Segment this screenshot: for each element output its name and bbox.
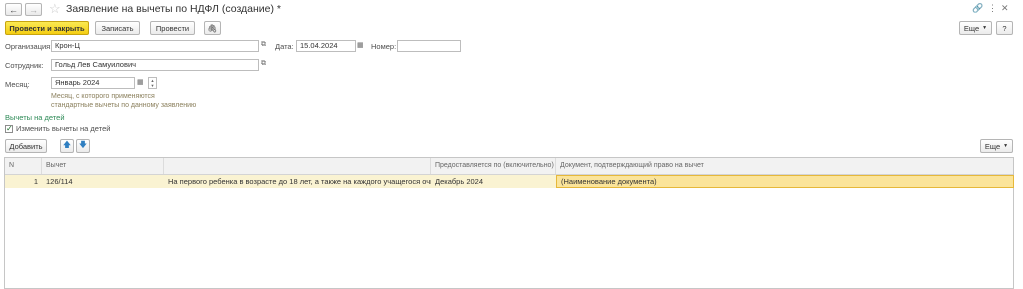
save-button[interactable]: Записать (95, 21, 140, 35)
table-more-button[interactable]: Еще ▼ (980, 139, 1013, 153)
paperclip-icon: 🖇 (207, 23, 218, 33)
more-actions-icon[interactable]: ⋮ (988, 3, 997, 14)
open-organization-icon[interactable]: ⧉ (261, 41, 266, 49)
table-row[interactable]: 1 126/114 На первого ребенка в возрасте … (5, 175, 1014, 188)
deductions-table[interactable]: N Вычет Предоставляется по (включительно… (4, 157, 1014, 289)
table-more-label: Еще (984, 141, 1001, 151)
month-calendar-icon[interactable]: ▦ (137, 78, 144, 86)
organization-label: Организация: (5, 42, 53, 51)
cell-deduction[interactable]: 126/114 (42, 175, 164, 188)
help-button[interactable]: ? (996, 21, 1013, 35)
employee-field[interactable]: Гольд Лев Самуилович (51, 59, 259, 71)
section-title: Вычеты на детей (5, 113, 65, 122)
arrow-down-icon: 🡇 (78, 140, 88, 149)
month-stepper[interactable]: ▲ ▼ (148, 77, 157, 89)
move-down-button[interactable]: 🡇 (76, 139, 90, 153)
column-header-deduction[interactable]: Вычет (42, 158, 164, 174)
window-title: Заявление на вычеты по НДФЛ (создание) * (66, 3, 281, 15)
table-header: N Вычет Предоставляется по (включительно… (5, 158, 1013, 175)
attach-button[interactable]: 🖇 (204, 21, 221, 35)
forward-button[interactable]: → (25, 3, 42, 16)
calendar-icon[interactable]: ▦ (357, 41, 364, 49)
cell-n: 1 (33, 177, 38, 186)
cell-until[interactable]: Декабрь 2024 (431, 175, 556, 188)
month-hint: Месяц, с которого применяются стандартны… (51, 92, 196, 110)
favorite-star-icon[interactable]: ☆ (49, 1, 61, 17)
chevron-down-icon: ▼ (982, 25, 988, 31)
arrow-left-icon: ← (9, 4, 18, 15)
number-field[interactable] (397, 40, 461, 52)
move-up-button[interactable]: 🡅 (60, 139, 74, 153)
column-header-document[interactable]: Документ, подтверждающий право на вычет (556, 158, 1015, 174)
column-header-description[interactable] (164, 158, 431, 174)
arrow-right-icon: → (29, 4, 38, 15)
column-header-n[interactable]: N (5, 158, 42, 174)
date-label: Дата: (275, 42, 294, 51)
post-button[interactable]: Провести (150, 21, 195, 35)
more-button[interactable]: Еще ▼ (959, 21, 992, 35)
change-deductions-checkbox[interactable]: ✓ (5, 125, 13, 133)
arrow-up-icon: 🡅 (62, 140, 72, 149)
chevron-down-icon: ▼ (1003, 143, 1009, 149)
month-field[interactable]: Январь 2024 (51, 77, 135, 89)
column-header-until[interactable]: Предоставляется по (включительно) (431, 158, 556, 174)
open-employee-icon[interactable]: ⧉ (261, 60, 266, 68)
month-hint-line1: Месяц, с которого применяются (51, 93, 155, 100)
add-button[interactable]: Добавить (5, 139, 47, 153)
month-label: Месяц: (5, 80, 30, 89)
employee-label: Сотрудник: (5, 61, 44, 70)
cell-document[interactable]: (Наименование документа) (556, 175, 1014, 188)
post-and-close-button[interactable]: Провести и закрыть (5, 21, 89, 35)
back-button[interactable]: ← (5, 3, 22, 16)
link-icon[interactable]: 🔗 (972, 3, 983, 14)
month-hint-line2: стандартные вычеты по данному заявлению (51, 102, 197, 109)
close-icon[interactable]: ✕ (1001, 3, 1009, 14)
date-field[interactable]: 15.04.2024 (296, 40, 356, 52)
more-button-label: Еще (963, 23, 980, 33)
cell-description: На первого ребенка в возрасте до 18 лет,… (168, 177, 431, 186)
change-deductions-label: Изменить вычеты на детей (16, 124, 111, 133)
organization-field[interactable]: Крон-Ц (51, 40, 259, 52)
number-label: Номер: (371, 42, 397, 51)
